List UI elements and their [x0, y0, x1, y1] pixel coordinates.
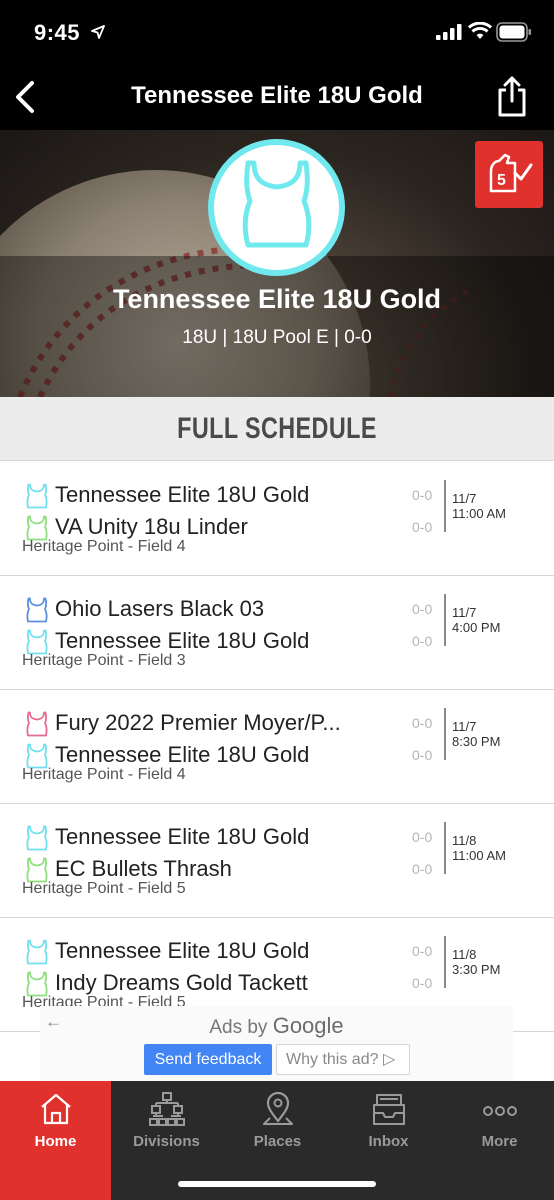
team-hero-banner: 5 Tennessee Elite 18U Gold 18U | 18U Poo… [0, 130, 554, 397]
tab-label: More [481, 1133, 518, 1150]
game-date: 11/7 [452, 605, 477, 620]
team-score: 0-0 [412, 715, 433, 731]
tab-label: Places [253, 1133, 302, 1150]
jersey-icon [26, 711, 48, 737]
jersey-icon [26, 597, 48, 623]
game-location: Heritage Point - Field 4 [22, 538, 186, 555]
team-name: Fury 2022 Premier Moyer/P... [55, 710, 341, 735]
team-name: Tennessee Elite 18U Gold [55, 628, 310, 653]
ad-banner: ← Ads by Google Send feedback Why this a… [40, 1006, 513, 1081]
game-date: 11/8 [452, 947, 477, 962]
google-wordmark: Google [272, 1013, 344, 1038]
why-this-ad-button[interactable]: Why this ad? ▷ [276, 1044, 410, 1075]
tab-home[interactable]: Home [0, 1081, 111, 1200]
divider [444, 708, 446, 760]
game-location: Heritage Point - Field 5 [22, 880, 186, 897]
map-pin-icon [263, 1091, 293, 1125]
follow-hand-icon: 5 [489, 153, 533, 193]
game-time: 11:00 AM [452, 506, 506, 521]
tab-label: Home [34, 1133, 77, 1150]
team-name: Ohio Lasers Black 03 [55, 596, 265, 621]
ads-by-text: Ads by [209, 1017, 268, 1038]
team-subtitle: 18U | 18U Pool E | 0-0 [182, 327, 372, 348]
divider [444, 480, 446, 532]
game-list: Tennessee Elite 18U Gold VA Unity 18u Lin… [0, 462, 554, 1032]
badge-count: 5 [497, 172, 506, 189]
team-score: 0-0 [412, 943, 433, 959]
favorite-count-badge[interactable]: 5 [475, 141, 543, 208]
tab-more[interactable]: More [444, 1081, 554, 1200]
game-time: 11:00 AM [452, 848, 506, 863]
location-arrow-icon [91, 25, 105, 39]
divider [444, 936, 446, 988]
jersey-icon [26, 939, 48, 965]
ads-by-google-label: Ads by Google [40, 1013, 513, 1039]
status-time: 9:45 [34, 20, 81, 45]
game-row[interactable]: Tennessee Elite 18U Gold EC Bullets Thras… [0, 804, 554, 918]
send-feedback-button[interactable]: Send feedback [144, 1044, 272, 1075]
team-score: 0-0 [412, 861, 433, 877]
game-time: 3:30 PM [452, 962, 501, 977]
team-name: Tennessee Elite 18U Gold [55, 824, 310, 849]
team-name: VA Unity 18u Linder [55, 514, 248, 539]
jersey-icon [242, 160, 312, 248]
signal-icon [436, 24, 462, 40]
game-date: 11/8 [452, 833, 477, 848]
game-location: Heritage Point - Field 4 [22, 766, 186, 783]
game-location: Heritage Point - Field 3 [22, 652, 186, 669]
team-score: 0-0 [412, 829, 433, 845]
home-icon [41, 1093, 71, 1125]
team-name: Tennessee Elite 18U Gold [112, 284, 442, 314]
jersey-icon [26, 825, 48, 851]
home-team: Tennessee Elite 18U Gold [26, 824, 406, 852]
bracket-icon [149, 1092, 185, 1126]
jersey-icon [26, 483, 48, 509]
game-date: 11/7 [452, 491, 477, 506]
status-bar: 9:45 [0, 0, 554, 64]
game-row[interactable]: Tennessee Elite 18U Gold VA Unity 18u Lin… [0, 462, 554, 576]
divider [444, 822, 446, 874]
share-icon[interactable] [494, 74, 530, 118]
game-date: 11/7 [452, 719, 477, 734]
team-name: Tennessee Elite 18U Gold [55, 742, 310, 767]
nav-bar: Tennessee Elite 18U Gold [0, 64, 554, 130]
home-team: Tennessee Elite 18U Gold [26, 938, 406, 966]
game-row[interactable]: Ohio Lasers Black 03 Tennessee Elite 18U … [0, 576, 554, 690]
tab-label: Inbox [368, 1133, 409, 1150]
home-indicator [178, 1181, 376, 1187]
battery-icon [496, 22, 531, 42]
game-row[interactable]: Fury 2022 Premier Moyer/P... Tennessee El… [0, 690, 554, 804]
team-score: 0-0 [412, 601, 433, 617]
home-team: Fury 2022 Premier Moyer/P... [26, 710, 406, 738]
inbox-icon [373, 1094, 405, 1125]
game-time: 8:30 PM [452, 734, 501, 749]
divider [444, 594, 446, 646]
team-logo [208, 139, 345, 276]
section-title: FULL SCHEDULE [177, 412, 377, 445]
team-name: Tennessee Elite 18U Gold [55, 938, 310, 963]
adchoices-icon: ▷ [382, 1051, 396, 1068]
game-time: 4:00 PM [452, 620, 501, 635]
team-name: Indy Dreams Gold Tackett [55, 970, 308, 995]
team-name: EC Bullets Thrash [55, 856, 232, 881]
page-title: Tennessee Elite 18U Gold [131, 82, 423, 109]
team-score: 0-0 [412, 487, 433, 503]
home-team: Tennessee Elite 18U Gold [26, 482, 406, 510]
schedule-header: FULL SCHEDULE [0, 397, 554, 461]
tab-label: Divisions [133, 1133, 200, 1150]
back-chevron-icon[interactable] [10, 78, 40, 116]
team-score: 0-0 [412, 519, 433, 535]
team-name: Tennessee Elite 18U Gold [55, 482, 310, 507]
team-score: 0-0 [412, 975, 433, 991]
team-score: 0-0 [412, 633, 433, 649]
wifi-icon [468, 22, 492, 39]
why-this-ad-label: Why this ad? [286, 1051, 379, 1068]
home-team: Ohio Lasers Black 03 [26, 596, 406, 624]
more-dots-icon [483, 1106, 517, 1116]
team-score: 0-0 [412, 747, 433, 763]
